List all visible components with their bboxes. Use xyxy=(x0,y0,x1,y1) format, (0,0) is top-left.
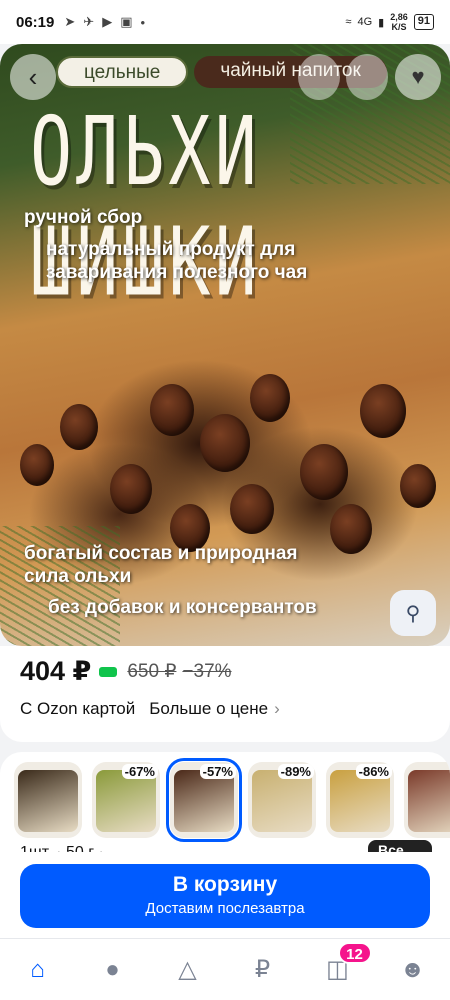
status-time: 06:19 xyxy=(16,13,55,31)
product-gallery-image[interactable]: ‹ цельные чайный напиток ♥ ОЛЬХИ ШИШКИ р… xyxy=(0,44,450,646)
cone-decoration xyxy=(360,384,406,438)
hanger-icon: △ xyxy=(178,956,197,983)
variant-thumbnail[interactable] xyxy=(404,762,450,838)
add-to-cart-button[interactable]: В корзину Доставим послезавтра xyxy=(20,864,430,928)
speed-unit: K/S xyxy=(391,22,407,32)
signal-icon: ▮ xyxy=(378,16,385,29)
ozon-card-label: С Ozon картой xyxy=(20,699,136,718)
variant-thumbnail[interactable]: -89% xyxy=(248,762,316,838)
variant-thumbnail[interactable]: -57% xyxy=(166,758,242,842)
variant-image xyxy=(96,770,156,832)
variant-discount: -89% xyxy=(277,764,314,779)
hero-caption-2: натуральный продукт для заваривания поле… xyxy=(46,239,308,283)
variant-image xyxy=(18,770,78,832)
tab-bank[interactable]: ₽ xyxy=(241,948,285,992)
battery-indicator: 91 xyxy=(413,14,434,30)
variant-image xyxy=(330,770,390,832)
tab-home[interactable]: ⌂ xyxy=(16,948,60,992)
dot-icon: • xyxy=(140,14,146,30)
current-price: 404 ₽ xyxy=(20,656,92,686)
chevron-right-icon: › xyxy=(274,699,280,718)
ruble-icon: ₽ xyxy=(254,956,271,983)
tag-whole: цельные xyxy=(56,56,189,88)
variant-discount: -57% xyxy=(199,764,236,779)
cone-decoration xyxy=(300,444,348,500)
more-about-price-label: Больше о цене xyxy=(149,699,269,718)
cone-decoration xyxy=(20,444,54,486)
hero-caption-4: без добавок и консервантов xyxy=(48,597,317,618)
variant-thumbnail[interactable]: -67% xyxy=(92,762,160,838)
cone-decoration xyxy=(150,384,194,436)
variant-discount: -67% xyxy=(121,764,158,779)
wifi-icon: ≈ xyxy=(345,16,352,28)
network-type: 4G xyxy=(357,16,373,28)
cone-decoration xyxy=(250,374,290,422)
price-card: 404 ₽ 650 ₽ −37% С Ozon картой Больше о … xyxy=(0,646,450,742)
back-button[interactable]: ‹ xyxy=(10,54,56,100)
telegram-icon: ✈ xyxy=(83,14,95,29)
cone-decoration xyxy=(60,404,98,450)
cone-decoration xyxy=(110,464,152,514)
cart-bar: В корзину Доставим послезавтра xyxy=(0,852,450,938)
hero-caption-3: богатый состав и природная сила ольхи xyxy=(24,543,298,587)
network-speed: 2,86 K/S xyxy=(390,12,408,32)
cone-decoration xyxy=(200,414,250,472)
notification-icons: ➤ ✈ ▶ ▣ • xyxy=(64,14,145,30)
cart-count-badge: 12 xyxy=(337,941,372,964)
add-to-cart-label: В корзину xyxy=(172,873,278,896)
variant-image xyxy=(174,770,234,832)
profile-icon: ☻ xyxy=(399,955,426,983)
tab-fresh[interactable]: ● xyxy=(91,948,135,992)
tab-cart[interactable]: ◫ 12 xyxy=(316,941,372,992)
delivery-label: Доставим послезавтра xyxy=(145,900,305,917)
status-right: ≈ 4G ▮ 2,86 K/S 91 xyxy=(345,12,434,32)
more-about-price-link[interactable]: Больше о цене › xyxy=(149,699,280,719)
tab-catalog[interactable]: △ xyxy=(166,948,210,992)
status-bar: 06:19 ➤ ✈ ▶ ▣ • ≈ 4G ▮ 2,86 K/S 91 xyxy=(0,0,450,44)
cone-decoration xyxy=(400,464,436,508)
app-icon: ▣ xyxy=(120,14,133,29)
speed-value: 2,86 xyxy=(390,12,408,22)
lens-icon: ⚲ xyxy=(405,602,421,625)
variant-discount: -86% xyxy=(355,764,392,779)
variant-image xyxy=(408,770,450,832)
apple-icon: ● xyxy=(105,955,120,983)
location-icon: ➤ xyxy=(64,14,76,29)
heart-icon: ♥ xyxy=(411,64,425,89)
old-price: 650 ₽ xyxy=(127,661,177,682)
bottom-navigation: ⌂ ● △ ₽ ◫ 12 ☻ xyxy=(0,938,450,1000)
cart-shortcut-button[interactable] xyxy=(346,54,388,100)
cone-decoration xyxy=(230,484,274,534)
share-button[interactable] xyxy=(298,54,340,100)
ozon-card-icon xyxy=(99,666,118,677)
hero-caption-1: ручной сбор xyxy=(24,207,143,228)
visual-search-button[interactable]: ⚲ xyxy=(390,590,436,636)
variant-selector: -67%-57%-89%-86% 1шт. · 50 г · Все xyxy=(0,752,450,862)
variant-thumbnail[interactable] xyxy=(14,762,82,838)
home-icon: ⌂ xyxy=(30,955,45,983)
favorite-button[interactable]: ♥ xyxy=(395,54,441,100)
video-icon: ▶ xyxy=(102,14,113,29)
discount-percent: −37% xyxy=(182,660,232,682)
tab-profile[interactable]: ☻ xyxy=(391,948,435,992)
variant-image xyxy=(252,770,312,832)
variant-thumbnail[interactable]: -86% xyxy=(326,762,394,838)
back-arrow-icon: ‹ xyxy=(28,61,38,92)
